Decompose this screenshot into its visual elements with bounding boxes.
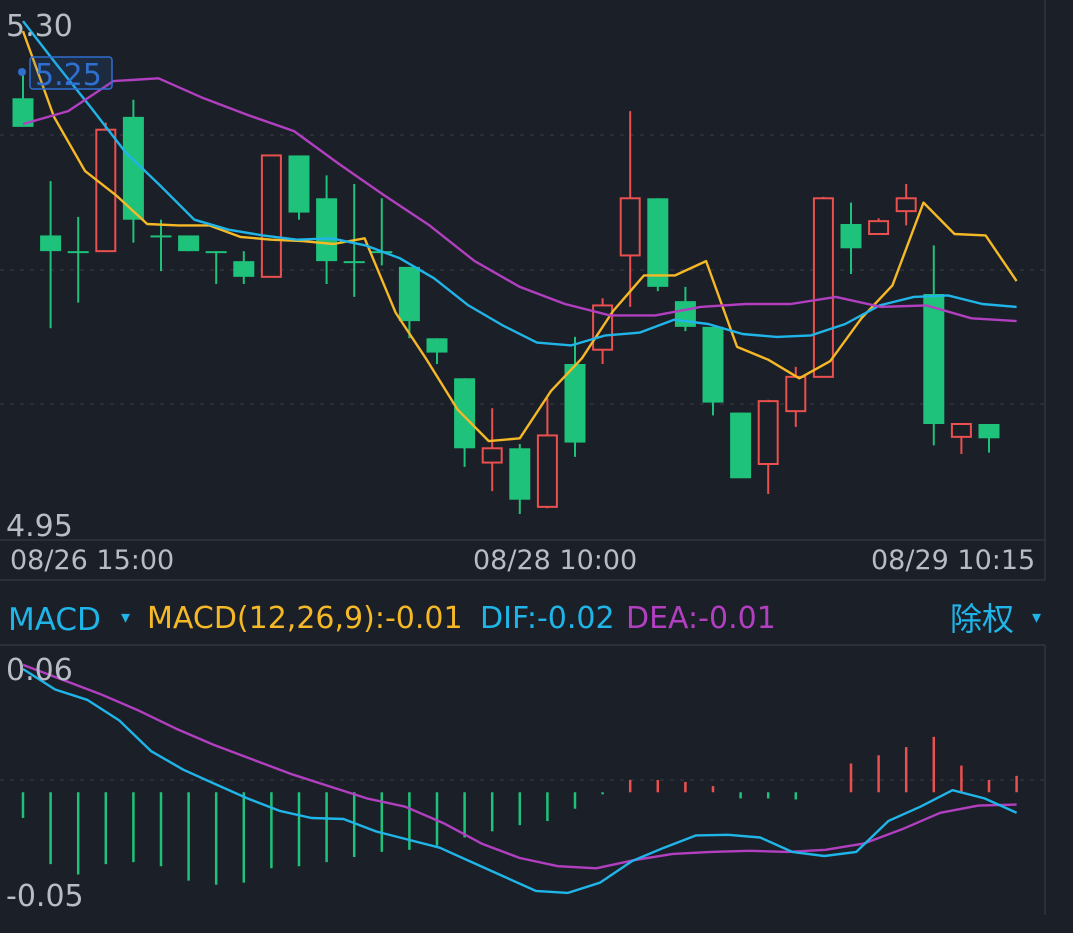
candle[interactable] bbox=[122, 99, 144, 243]
candle[interactable] bbox=[730, 412, 752, 479]
candle[interactable] bbox=[647, 198, 669, 292]
macd-panel[interactable]: 0.06 -0.05 bbox=[0, 644, 1046, 915]
x-tick-label-2: 08/28 10:00 bbox=[473, 545, 637, 576]
candle-body bbox=[481, 447, 503, 464]
current-price-marker bbox=[18, 68, 26, 76]
candle[interactable] bbox=[757, 399, 779, 494]
moving-average-lines bbox=[21, 20, 1018, 443]
candle-body bbox=[343, 261, 365, 264]
candle-body bbox=[150, 235, 172, 238]
indicator-selector-dropdown-icon[interactable]: ▾ bbox=[121, 607, 130, 628]
candle-body bbox=[40, 235, 62, 252]
candle-body bbox=[398, 266, 420, 322]
price-adjust-dropdown-icon[interactable]: ▾ bbox=[1032, 607, 1041, 628]
candle-body bbox=[978, 424, 1000, 439]
dif-value-text: DIF:-0.02 bbox=[480, 601, 615, 636]
candles-group[interactable] bbox=[12, 75, 1000, 514]
candle[interactable] bbox=[178, 235, 200, 252]
candle[interactable] bbox=[316, 175, 338, 284]
candle-body bbox=[647, 198, 669, 287]
ma-line-3 bbox=[22, 77, 1017, 323]
macd-value-text: MACD(12,26,9):-0.01 bbox=[147, 601, 463, 636]
candle[interactable] bbox=[260, 154, 282, 278]
candle-body bbox=[288, 155, 310, 213]
price-y-min-label: 4.95 bbox=[6, 509, 73, 544]
candle-body bbox=[95, 128, 117, 253]
candle[interactable] bbox=[812, 196, 834, 378]
candle-body bbox=[564, 364, 586, 443]
macd-lines bbox=[22, 663, 1018, 895]
candle-body bbox=[757, 400, 779, 465]
candle[interactable] bbox=[619, 111, 641, 307]
candle-body bbox=[812, 197, 834, 378]
candle-body bbox=[454, 378, 476, 449]
ma-line-2 bbox=[22, 20, 1017, 347]
candle-body bbox=[509, 448, 531, 500]
candle-body bbox=[923, 294, 945, 424]
price-panel[interactable]: 5.30 4.95 5.25 08/26 15:00 08/28 10:00 0… bbox=[0, 0, 1046, 581]
price-y-max-label: 5.30 bbox=[6, 9, 73, 44]
candle-body bbox=[178, 235, 200, 252]
candle[interactable] bbox=[40, 181, 62, 329]
candle[interactable] bbox=[592, 298, 614, 364]
candle[interactable] bbox=[536, 398, 558, 509]
candle[interactable] bbox=[509, 444, 531, 514]
current-price-badge[interactable]: 5.25 bbox=[18, 56, 113, 93]
candle-body bbox=[67, 251, 89, 254]
candle-body bbox=[619, 197, 641, 257]
indicator-selector-label[interactable]: MACD bbox=[8, 602, 101, 638]
candle[interactable] bbox=[564, 336, 586, 457]
stock-chart[interactable]: 5.30 4.95 5.25 08/26 15:00 08/28 10:00 0… bbox=[0, 0, 1073, 933]
candle[interactable] bbox=[840, 202, 862, 274]
candle-body bbox=[536, 434, 558, 508]
candle-body bbox=[950, 423, 972, 438]
candle-body bbox=[730, 412, 752, 479]
candle[interactable] bbox=[950, 423, 972, 454]
candle[interactable] bbox=[895, 184, 917, 226]
candle[interactable] bbox=[978, 424, 1000, 453]
candle-body bbox=[785, 375, 807, 413]
candle[interactable] bbox=[481, 408, 503, 492]
candle[interactable] bbox=[868, 218, 890, 235]
candle-body bbox=[316, 198, 338, 262]
candle[interactable] bbox=[205, 251, 227, 284]
dea-line bbox=[22, 663, 1017, 870]
dif-line bbox=[22, 667, 1018, 895]
price-adjust-selector-label[interactable]: 除权 bbox=[950, 600, 1014, 638]
candle-body bbox=[260, 154, 282, 278]
candle-body bbox=[702, 326, 724, 403]
ma-line-1 bbox=[21, 30, 1018, 443]
x-tick-label-3: 08/29 10:15 bbox=[871, 545, 1035, 576]
candle-body bbox=[205, 251, 227, 254]
macd-y-max-label: 0.06 bbox=[6, 653, 73, 688]
candle-body bbox=[840, 224, 862, 249]
candle-body bbox=[426, 338, 448, 353]
dea-value-text: DEA:-0.01 bbox=[626, 601, 776, 636]
candle[interactable] bbox=[426, 338, 448, 364]
candle-body bbox=[233, 261, 255, 277]
indicator-bar: MACD ▾ MACD(12,26,9):-0.01 DIF:-0.02 DEA… bbox=[8, 600, 1041, 638]
candle[interactable] bbox=[702, 326, 724, 416]
candle-body bbox=[868, 220, 890, 235]
macd-histogram bbox=[21, 736, 1018, 885]
candle[interactable] bbox=[288, 155, 310, 220]
x-tick-label-1: 08/26 15:00 bbox=[10, 545, 174, 576]
candle[interactable] bbox=[233, 251, 255, 284]
candle[interactable] bbox=[150, 219, 172, 272]
candle[interactable] bbox=[923, 245, 945, 446]
candle-body bbox=[895, 197, 917, 213]
current-price-badge-value: 5.25 bbox=[35, 58, 102, 93]
candle[interactable] bbox=[67, 216, 89, 303]
macd-y-min-label: -0.05 bbox=[6, 879, 84, 914]
candle[interactable] bbox=[398, 266, 420, 339]
